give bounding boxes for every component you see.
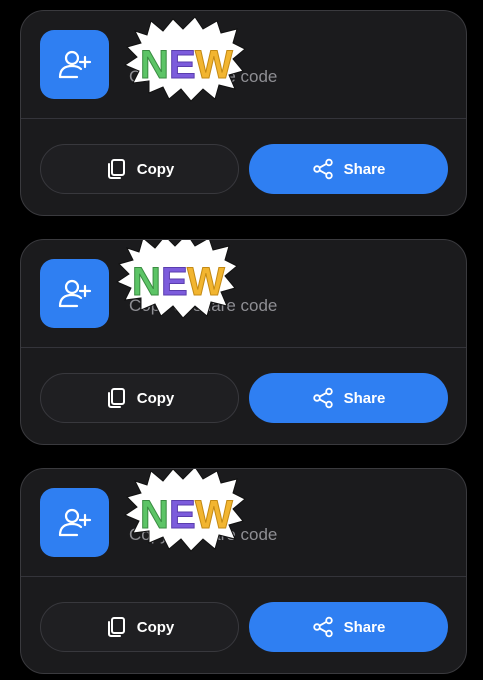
copy-button[interactable]: Copy — [40, 144, 239, 194]
page: Copy or share code N E W Copy — [0, 0, 483, 680]
new-badge: N E W — [123, 16, 246, 102]
share-button[interactable]: Share — [249, 373, 448, 423]
share-icon — [312, 616, 334, 638]
badge-letter-w: W — [195, 43, 233, 87]
copy-icon — [105, 616, 127, 638]
badge-letter-w: W — [195, 493, 233, 537]
add-user-icon — [58, 508, 91, 536]
badge-letter-n: N — [140, 43, 169, 87]
new-badge: N E W — [123, 469, 246, 552]
share-button[interactable]: Share — [249, 602, 448, 652]
badge-letter-n: N — [140, 493, 169, 537]
card-divider — [21, 576, 466, 577]
share-button-label: Share — [343, 160, 386, 178]
copy-button[interactable]: Copy — [40, 373, 239, 423]
add-user-tile[interactable] — [40, 259, 109, 328]
copy-button-label: Copy — [136, 389, 175, 407]
badge-letter-n: N — [132, 260, 161, 304]
add-user-tile[interactable] — [40, 30, 109, 99]
new-badge: N E W — [115, 240, 238, 319]
share-button-label: Share — [343, 618, 386, 636]
card-header: Copy or share code N E W — [21, 11, 466, 119]
copy-button-label: Copy — [136, 160, 175, 178]
badge-letter-e: E — [169, 493, 196, 537]
badge-letter-e: E — [169, 43, 196, 87]
card-divider — [21, 347, 466, 348]
share-code-card: Copy or share code N E W Copy — [20, 10, 467, 216]
copy-button-label: Copy — [136, 618, 175, 636]
share-code-card: Copy or share code N E W Copy — [20, 468, 467, 674]
copy-icon — [105, 387, 127, 409]
copy-button[interactable]: Copy — [40, 602, 239, 652]
card-header: Copy or share code N E W — [21, 469, 466, 577]
card-divider — [21, 118, 466, 119]
badge-letter-e: E — [161, 260, 188, 304]
share-icon — [312, 158, 334, 180]
share-icon — [312, 387, 334, 409]
share-button-label: Share — [343, 389, 386, 407]
share-button[interactable]: Share — [249, 144, 448, 194]
copy-icon — [105, 158, 127, 180]
add-user-icon — [58, 279, 91, 307]
badge-letter-w: W — [187, 260, 225, 304]
card-header: Copy or share code N E W — [21, 240, 466, 348]
share-code-card: Copy or share code N E W Copy — [20, 239, 467, 445]
add-user-tile[interactable] — [40, 488, 109, 557]
add-user-icon — [58, 50, 91, 78]
